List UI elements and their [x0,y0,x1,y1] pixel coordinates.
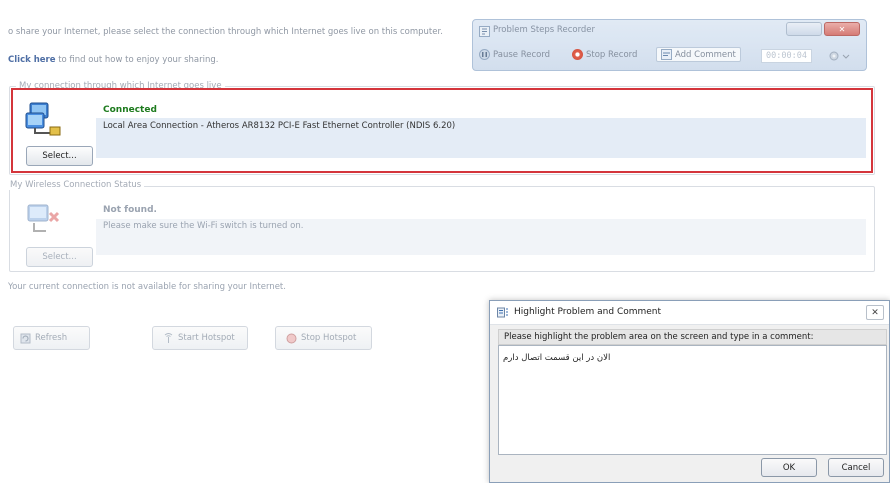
intro-help-line: Click here to find out how to enjoy your… [8,55,218,65]
pause-record-button[interactable]: Pause Record [479,49,550,60]
ok-button[interactable]: OK [761,458,817,477]
start-hotspot-label: Start Hotspot [178,333,235,343]
wireless-group-legend: My Wireless Connection Status [7,180,145,190]
dialog-close-button[interactable]: ✕ [866,305,884,320]
stop-hotspot-label: Stop Hotspot [301,333,357,343]
network-icon [24,100,64,138]
close-icon: ✕ [871,307,879,318]
problem-steps-recorder-window: Problem Steps Recorder ✕ Pause Record St… [472,19,867,71]
add-comment-button[interactable]: Add Comment [656,47,741,62]
dialog-prompt: Please highlight the problem area on the… [504,332,814,342]
refresh-icon [20,333,31,344]
add-comment-icon [661,49,672,60]
dialog-titlebar: Highlight Problem and Comment ✕ [490,301,889,325]
add-comment-label: Add Comment [675,49,736,60]
stop-hotspot-button[interactable]: Stop Hotspot [275,326,372,350]
refresh-button[interactable]: Refresh [13,326,90,350]
close-icon: ✕ [838,24,846,34]
stop-record-button[interactable]: Stop Record [572,49,637,60]
select-connection-button[interactable]: Select... [26,146,93,166]
comment-text: الان در این قسمت اتصال دارم [503,353,611,363]
pause-icon [479,49,490,60]
connection-status: Connected [103,105,157,115]
stop-record-icon [572,49,583,60]
psr-close-button[interactable]: ✕ [824,22,860,36]
dialog-app-icon [497,307,509,318]
psr-settings-icon[interactable] [828,50,850,62]
dialog-prompt-bar: Please highlight the problem area on the… [498,329,887,345]
stop-record-label: Stop Record [586,49,638,60]
start-hotspot-button[interactable]: Start Hotspot [152,326,248,350]
start-hotspot-icon [163,332,174,344]
stop-hotspot-icon [286,333,297,344]
availability-text: Your current connection is not available… [8,282,286,292]
highlight-problem-dialog: Highlight Problem and Comment ✕ Please h… [489,300,890,483]
wireless-message: Please make sure the Wi-Fi switch is tur… [103,221,304,231]
wireless-status: Not found. [103,205,157,215]
click-here-link[interactable]: Click here [8,55,56,65]
psr-app-icon [479,26,490,37]
pause-record-label: Pause Record [493,49,551,60]
cancel-button[interactable]: Cancel [828,458,884,477]
psr-minimize-maximize[interactable] [786,22,822,36]
wireless-network-error-icon [24,201,64,237]
intro-text: o share your Internet, please select the… [8,27,443,37]
refresh-label: Refresh [35,333,68,343]
select-wireless-button[interactable]: Select... [26,247,93,267]
comment-textarea[interactable]: الان در این قسمت اتصال دارم [498,345,887,455]
dialog-title: Highlight Problem and Comment [514,307,662,317]
help-line-text: to find out how to enjoy your sharing. [55,55,219,65]
connection-name: Local Area Connection - Atheros AR8132 P… [103,121,456,131]
psr-title: Problem Steps Recorder [493,25,596,35]
record-timer: 00:00:04 [761,49,812,63]
